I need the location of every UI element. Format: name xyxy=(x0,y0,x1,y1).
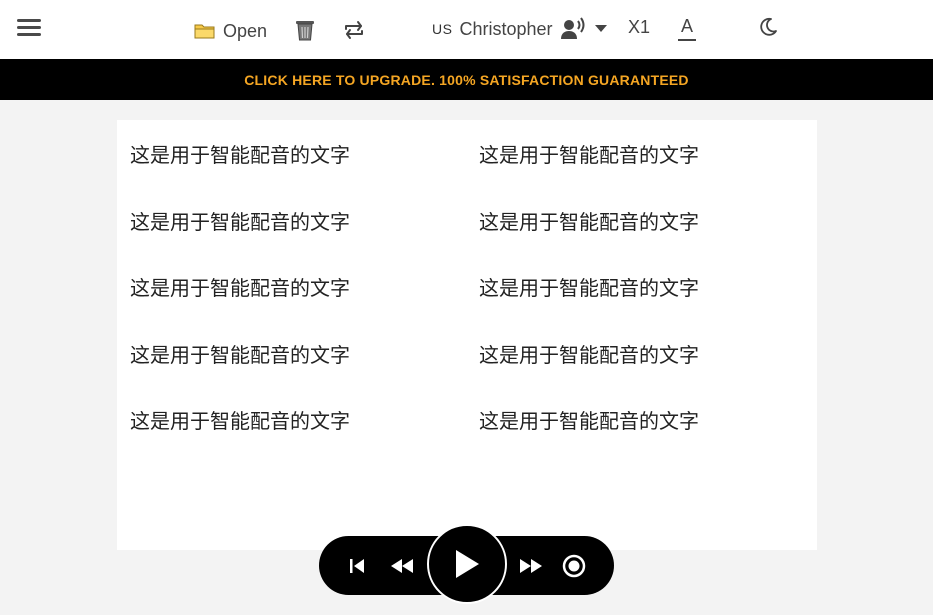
folder-icon xyxy=(194,24,215,39)
font-letter-icon: A xyxy=(680,16,693,36)
upgrade-text: CLICK HERE TO UPGRADE. 100% SATISFACTION… xyxy=(244,71,689,88)
voice-speaking-icon xyxy=(560,17,584,39)
voice-name: Christopher xyxy=(459,18,553,39)
fast-forward-icon[interactable] xyxy=(519,555,543,577)
text-line: 这是用于智能配音的文字 xyxy=(130,342,350,367)
text-line: 这是用于智能配音的文字 xyxy=(130,143,350,167)
open-file-button[interactable]: Open xyxy=(194,18,267,44)
upgrade-banner[interactable]: CLICK HERE TO UPGRADE. 100% SATISFACTION… xyxy=(0,59,933,100)
chevron-down-icon xyxy=(594,25,607,32)
text-grid: 这是用于智能配音的文字 这是用于智能配音的文字 这是用于智能配音的文字 这是用于… xyxy=(130,141,779,474)
font-underline xyxy=(678,39,696,41)
moon-icon[interactable] xyxy=(758,17,778,37)
skip-back-icon[interactable] xyxy=(346,555,368,577)
text-editor[interactable]: 这是用于智能配音的文字 这是用于智能配音的文字 这是用于智能配音的文字 这是用于… xyxy=(117,120,817,550)
text-line: 这是用于智能配音的文字 xyxy=(130,209,350,234)
voice-selector[interactable]: US Christopher xyxy=(432,14,607,44)
font-color-button[interactable]: A xyxy=(677,14,697,42)
trash-icon[interactable] xyxy=(292,17,318,43)
text-line: 这是用于智能配音的文字 xyxy=(130,276,350,300)
record-icon[interactable] xyxy=(562,554,586,578)
open-label: Open xyxy=(223,20,268,41)
repeat-icon[interactable] xyxy=(341,17,367,43)
rewind-icon[interactable] xyxy=(390,555,414,577)
speed-button[interactable]: X1 xyxy=(628,17,650,38)
text-line: 这是用于智能配音的文字 xyxy=(479,409,699,433)
top-toolbar: Open US Christopher X1 A xyxy=(0,0,933,59)
play-icon xyxy=(456,550,479,578)
text-line: 这是用于智能配音的文字 xyxy=(479,209,699,234)
text-line: 这是用于智能配音的文字 xyxy=(130,409,350,433)
hamburger-menu-icon[interactable] xyxy=(17,19,41,39)
country-code: US xyxy=(432,21,453,37)
text-line: 这是用于智能配音的文字 xyxy=(479,143,699,167)
text-line: 这是用于智能配音的文字 xyxy=(479,276,699,300)
text-line: 这是用于智能配音的文字 xyxy=(479,342,699,367)
play-button[interactable] xyxy=(427,524,507,604)
